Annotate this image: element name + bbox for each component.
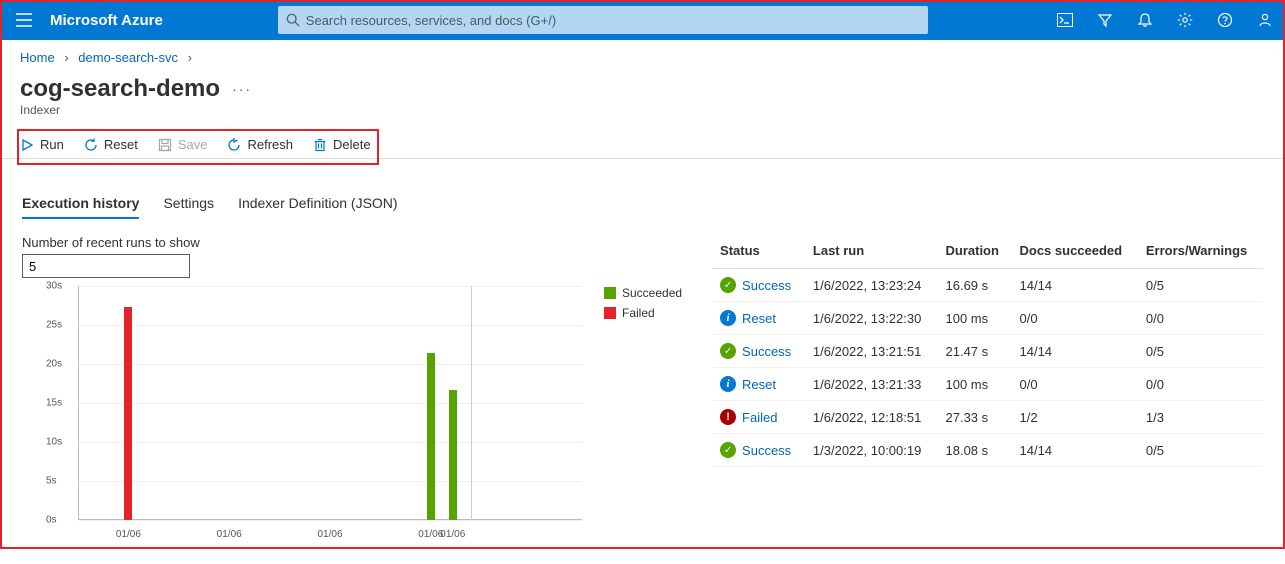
page-title: cog-search-demo xyxy=(20,75,220,103)
chart-panel: Number of recent runs to show 0s 5s 10s 15s… xyxy=(22,235,682,544)
status-link[interactable]: Success xyxy=(742,278,791,293)
chart-bar[interactable] xyxy=(124,307,132,520)
hamburger-icon[interactable] xyxy=(0,0,48,40)
toolbar: Run Reset Save Refresh Delete xyxy=(2,131,1283,159)
feedback-icon[interactable] xyxy=(1245,0,1285,40)
notifications-icon[interactable] xyxy=(1125,0,1165,40)
global-search xyxy=(278,6,928,34)
chevron-right-icon: › xyxy=(188,50,192,65)
status-link[interactable]: Success xyxy=(742,443,791,458)
table-row[interactable]: iReset1/6/2022, 13:21:33100 ms0/00/0 xyxy=(712,368,1263,401)
save-label: Save xyxy=(178,137,208,152)
top-bar: Microsoft Azure xyxy=(0,0,1285,40)
runs-table: Status Last run Duration Docs succeeded … xyxy=(712,235,1263,467)
search-box[interactable] xyxy=(278,6,928,34)
chevron-right-icon: › xyxy=(64,50,68,65)
y-tick-label: 20s xyxy=(46,359,62,370)
execution-chart: 0s5s10s15s20s25s30s01/0601/0601/0601/060… xyxy=(22,286,582,544)
legend-swatch-red xyxy=(604,307,616,319)
status-link[interactable]: Success xyxy=(742,344,791,359)
breadcrumb-home[interactable]: Home xyxy=(20,50,55,65)
legend-label: Failed xyxy=(622,306,655,320)
y-tick-label: 15s xyxy=(46,398,62,409)
success-icon: ✓ xyxy=(720,277,736,293)
reset-label: Reset xyxy=(104,137,138,152)
col-status[interactable]: Status xyxy=(712,235,805,269)
chart-bar[interactable] xyxy=(427,353,435,520)
tab-indexer-definition[interactable]: Indexer Definition (JSON) xyxy=(238,195,398,219)
top-icons xyxy=(1045,0,1285,40)
table-row[interactable]: iReset1/6/2022, 13:22:30100 ms0/00/0 xyxy=(712,302,1263,335)
status-link[interactable]: Failed xyxy=(742,410,777,425)
legend-failed: Failed xyxy=(604,306,682,320)
y-tick-label: 30s xyxy=(46,281,62,292)
tabs: Execution history Settings Indexer Defin… xyxy=(0,159,1285,219)
chart-bar[interactable] xyxy=(449,390,457,520)
x-tick-label: 01/06 xyxy=(440,529,465,540)
y-tick-label: 5s xyxy=(46,476,57,487)
refresh-button[interactable]: Refresh xyxy=(227,137,293,152)
legend-label: Succeeded xyxy=(622,286,682,300)
run-button[interactable]: Run xyxy=(20,137,64,152)
success-icon: ✓ xyxy=(720,442,736,458)
directory-filter-icon[interactable] xyxy=(1085,0,1125,40)
status-link[interactable]: Reset xyxy=(742,311,776,326)
chart-legend: Succeeded Failed xyxy=(604,286,682,544)
settings-gear-icon[interactable] xyxy=(1165,0,1205,40)
info-icon: i xyxy=(720,376,736,392)
legend-succeeded: Succeeded xyxy=(604,286,682,300)
reset-button[interactable]: Reset xyxy=(84,137,138,152)
breadcrumb-service[interactable]: demo-search-svc xyxy=(78,50,178,65)
error-icon: ! xyxy=(720,409,736,425)
success-icon: ✓ xyxy=(720,343,736,359)
delete-button[interactable]: Delete xyxy=(313,137,371,152)
info-icon: i xyxy=(720,310,736,326)
save-button: Save xyxy=(158,137,208,152)
content: Number of recent runs to show 0s 5s 10s 15s… xyxy=(0,219,1285,564)
col-duration[interactable]: Duration xyxy=(938,235,1012,269)
more-actions-icon[interactable]: ··· xyxy=(232,81,252,97)
refresh-label: Refresh xyxy=(247,137,293,152)
runs-table-panel: Status Last run Duration Docs succeeded … xyxy=(712,235,1263,544)
y-tick-label: 25s xyxy=(46,320,62,331)
x-tick-label: 01/06 xyxy=(217,529,242,540)
table-row[interactable]: ✓Success1/6/2022, 13:23:2416.69 s14/140/… xyxy=(712,269,1263,302)
breadcrumb: Home › demo-search-svc › xyxy=(0,40,1285,69)
delete-label: Delete xyxy=(333,137,371,152)
title-row: cog-search-demo ··· xyxy=(0,69,1285,103)
search-input[interactable] xyxy=(300,13,920,28)
runs-count-label: Number of recent runs to show xyxy=(22,235,682,250)
y-tick-label: 10s xyxy=(46,437,62,448)
col-docs[interactable]: Docs succeeded xyxy=(1012,235,1138,269)
x-tick-label: 01/06 xyxy=(116,529,141,540)
table-row[interactable]: ✓Success1/3/2022, 10:00:1918.08 s14/140/… xyxy=(712,434,1263,467)
tab-execution-history[interactable]: Execution history xyxy=(22,195,139,219)
help-icon[interactable] xyxy=(1205,0,1245,40)
tab-settings[interactable]: Settings xyxy=(163,195,214,219)
legend-swatch-green xyxy=(604,287,616,299)
runs-count-input[interactable] xyxy=(22,254,190,278)
col-last-run[interactable]: Last run xyxy=(805,235,938,269)
brand-label[interactable]: Microsoft Azure xyxy=(50,12,163,29)
y-tick-label: 0s xyxy=(46,515,57,526)
table-row[interactable]: ✓Success1/6/2022, 13:21:5121.47 s14/140/… xyxy=(712,335,1263,368)
table-row[interactable]: !Failed1/6/2022, 12:18:5127.33 s1/21/3 xyxy=(712,401,1263,434)
status-link[interactable]: Reset xyxy=(742,377,776,392)
run-label: Run xyxy=(40,137,64,152)
search-icon xyxy=(286,13,300,27)
x-tick-label: 01/06 xyxy=(317,529,342,540)
col-errw[interactable]: Errors/Warnings xyxy=(1138,235,1263,269)
page-subtitle: Indexer xyxy=(0,103,1285,127)
cloud-shell-icon[interactable] xyxy=(1045,0,1085,40)
